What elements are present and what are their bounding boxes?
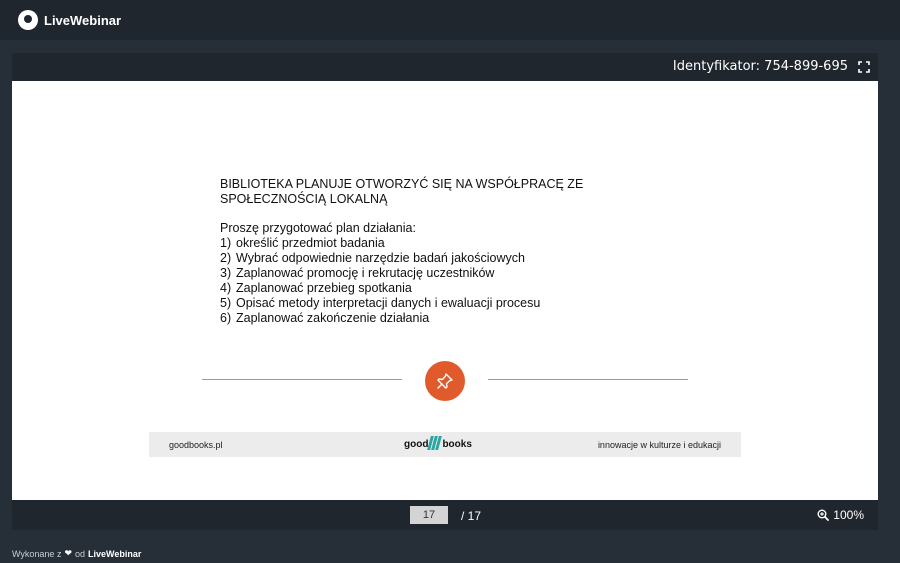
list-item-number: 6)	[220, 311, 232, 325]
list-item-number: 5)	[220, 296, 232, 310]
list-item: 4) Zaplanować przebieg spotkania	[220, 281, 680, 296]
app-name: LiveWebinar	[44, 12, 122, 28]
list-item: 5) Opisać metody interpretacji danych i e…	[220, 296, 680, 311]
footer-website: goodbooks.pl	[169, 440, 223, 450]
task-list: 1) określić przedmiot badania 2) Wybrać od…	[220, 236, 680, 326]
goodbooks-logo: good books	[404, 436, 472, 450]
brand-word-good: good	[404, 439, 429, 450]
heart-icon: ❤	[64, 548, 72, 558]
presentation-player: Identyfikator: 754-899-695 BIBLIOTEKA PL…	[12, 53, 878, 530]
list-item-text: Wybrać odpowiednie narzędzie badań jakoś…	[236, 251, 525, 265]
list-item-text: Zaplanować zakończenie działania	[236, 311, 430, 325]
fullscreen-icon[interactable]	[858, 61, 870, 73]
slide-text: BIBLIOTEKA PLANUJE OTWORZYĆ SIĘ NA WSPÓŁ…	[220, 177, 680, 326]
zoom-level: 100%	[833, 508, 864, 522]
slide-canvas: BIBLIOTEKA PLANUJE OTWORZYĆ SIĘ NA WSPÓŁ…	[12, 81, 878, 500]
credits-footer: Wykonane z ❤ od LiveWebinar	[12, 548, 141, 559]
page-number-input[interactable]	[410, 506, 448, 524]
zoom-in-icon	[817, 509, 830, 521]
list-item: 6) Zaplanować zakończenie działania	[220, 311, 680, 326]
list-item: 3) Zaplanować promocję i rekrutację uczes…	[220, 266, 680, 281]
slide-title-line: BIBLIOTEKA PLANUJE OTWORZYĆ SIĘ NA WSPÓŁ…	[220, 177, 584, 191]
brand-word-books: books	[442, 439, 472, 450]
pushpin-icon	[425, 361, 465, 401]
slide-title: BIBLIOTEKA PLANUJE OTWORZYĆ SIĘ NA WSPÓŁ…	[220, 177, 680, 207]
credits-brand-link[interactable]: LiveWebinar	[88, 549, 141, 559]
page-total: / 17	[461, 509, 482, 523]
slide-intro: Proszę przygotować plan działania:	[220, 221, 416, 235]
credits-middle: od	[75, 548, 86, 559]
divider-line-left	[202, 379, 402, 380]
list-item-number: 2)	[220, 251, 232, 265]
credits-prefix: Wykonane z	[12, 548, 62, 559]
list-item-number: 4)	[220, 281, 232, 295]
player-controls: / 17 100%	[12, 500, 878, 530]
list-item-text: Zaplanować promocję i rekrutację uczestn…	[236, 266, 495, 280]
room-identifier: Identyfikator: 754-899-695	[672, 59, 848, 74]
player-header: Identyfikator: 754-899-695	[12, 53, 878, 81]
list-item: 2) Wybrać odpowiednie narzędzie badań jak…	[220, 251, 680, 266]
footer-tagline: innowacje w kulturze i edukacji	[597, 440, 721, 450]
slide-footer: goodbooks.pl good books innowacje w kult…	[149, 432, 741, 457]
list-item: 1) określić przedmiot badania	[220, 236, 680, 251]
zoom-control[interactable]: 100%	[817, 508, 864, 522]
list-item-text: Opisać metody interpretacji danych i ewa…	[236, 296, 541, 310]
list-item-number: 3)	[220, 266, 232, 280]
list-item-text: określić przedmiot badania	[236, 236, 385, 250]
list-item-text: Zaplanować przebieg spotkania	[236, 281, 412, 295]
books-bars-icon	[427, 436, 443, 450]
livewebinar-logo-icon	[18, 10, 38, 30]
list-item-number: 1)	[220, 236, 232, 250]
top-bar: LiveWebinar	[0, 0, 900, 40]
slide-title-line: SPOŁECZNOŚCIĄ LOKALNĄ	[220, 192, 388, 206]
app-logo[interactable]: LiveWebinar	[18, 10, 121, 30]
divider-line-right	[488, 379, 688, 380]
